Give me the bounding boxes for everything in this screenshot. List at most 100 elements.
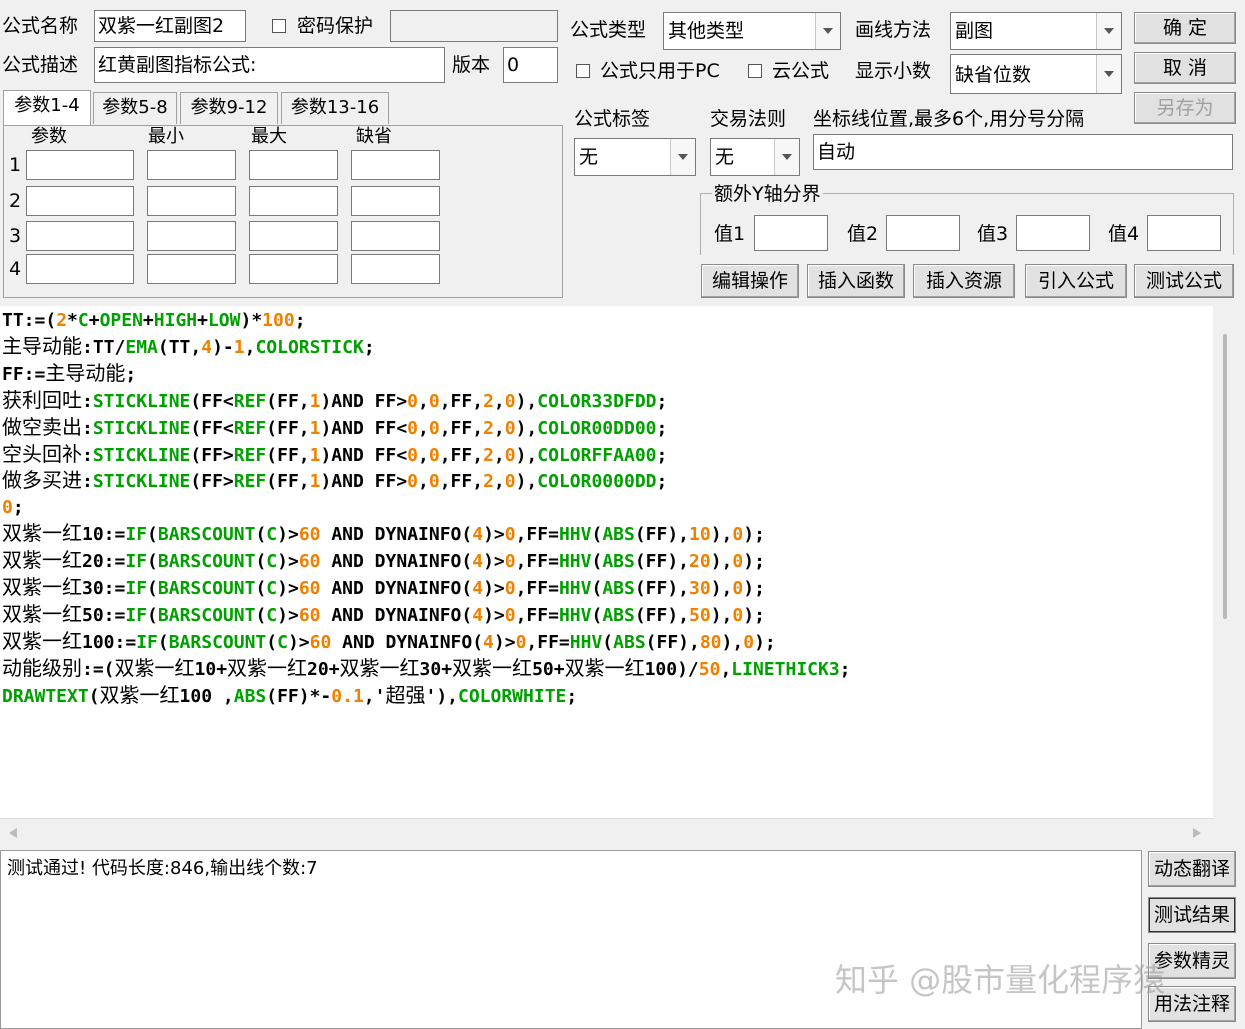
param-name-field[interactable]: [26, 186, 134, 216]
extra-y-axis-label: 额外Y轴分界: [712, 182, 823, 206]
insert-function-button[interactable]: 插入函数: [807, 264, 905, 298]
dynamic-translate-button[interactable]: 动态翻译: [1148, 851, 1236, 887]
params-panel: 参数 最小 最大 缺省 1 2 3 4: [3, 125, 563, 298]
formula-type-select[interactable]: 其他类型: [663, 12, 841, 50]
code-line[interactable]: 空头回补:STICKLINE(FF>REF(FF,1)AND FF<0,0,FF…: [2, 442, 851, 469]
value1-label: 值1: [714, 223, 746, 245]
param-col-header: 参数: [31, 126, 67, 147]
param-min-field[interactable]: [147, 221, 236, 251]
test-result-button[interactable]: 测试结果: [1148, 897, 1236, 933]
formula-type-value: 其他类型: [668, 20, 745, 42]
formula-desc-input[interactable]: 红黄副图指标公式:: [94, 47, 445, 83]
chevron-down-icon: [1096, 13, 1121, 49]
param-name-field[interactable]: [26, 221, 134, 251]
code-line[interactable]: 0;: [2, 495, 851, 521]
cloud-checkbox[interactable]: [748, 64, 762, 78]
version-input[interactable]: 0: [503, 47, 558, 83]
trade-rule-value: 无: [715, 146, 735, 168]
code-line[interactable]: 主导动能:TT/EMA(TT,4)-1,COLORSTICK;: [2, 334, 851, 361]
param-name-field[interactable]: [26, 150, 134, 180]
param-row-num: 4: [9, 258, 22, 280]
value3-input[interactable]: [1016, 215, 1090, 251]
value1-input[interactable]: [754, 215, 828, 251]
code-line[interactable]: 双紫一红50:=IF(BARSCOUNT(C)>60 AND DYNAINFO(…: [2, 602, 851, 629]
value4-label: 值4: [1108, 223, 1140, 245]
code-line[interactable]: 做多买进:STICKLINE(FF>REF(FF,1)AND FF>0,0,FF…: [2, 468, 851, 495]
default-col-header: 缺省: [356, 126, 392, 147]
param-max-field[interactable]: [249, 221, 338, 251]
code-line[interactable]: DRAWTEXT(双紫一红100 ,ABS(FF)*-0.1,'超强'),COL…: [2, 683, 851, 710]
code-line[interactable]: 获利回吐:STICKLINE(FF<REF(FF,1)AND FF>0,0,FF…: [2, 388, 851, 415]
param-max-field[interactable]: [249, 254, 338, 284]
password-checkbox[interactable]: [272, 19, 286, 33]
code-line[interactable]: TT:=(2*C+OPEN+HIGH+LOW)*100;: [2, 308, 851, 334]
code-line[interactable]: 做空卖出:STICKLINE(FF<REF(FF,1)AND FF<0,0,FF…: [2, 415, 851, 442]
vertical-scrollbar[interactable]: [1213, 306, 1245, 818]
scroll-thumb[interactable]: [1223, 334, 1227, 619]
import-formula-button[interactable]: 引入公式: [1025, 264, 1127, 298]
max-col-header: 最大: [251, 126, 287, 147]
tab-params-9-12[interactable]: 参数9-12: [180, 92, 278, 124]
value4-input[interactable]: [1147, 215, 1221, 251]
tab-params-13-16[interactable]: 参数13-16: [281, 92, 389, 124]
param-default-field[interactable]: [351, 254, 440, 284]
pc-only-checkbox[interactable]: [576, 64, 590, 78]
password-input[interactable]: [390, 10, 558, 42]
value2-label: 值2: [847, 223, 879, 245]
scroll-left-icon[interactable]: [8, 827, 18, 839]
code-line[interactable]: 双紫一红100:=IF(BARSCOUNT(C)>60 AND DYNAINFO…: [2, 629, 851, 656]
test-formula-button[interactable]: 测试公式: [1134, 264, 1234, 298]
version-label: 版本: [452, 54, 491, 76]
ok-button[interactable]: 确 定: [1134, 12, 1236, 44]
draw-method-value: 副图: [955, 20, 994, 42]
code-line[interactable]: FF:=主导动能;: [2, 361, 851, 388]
decimals-select[interactable]: 缺省位数: [950, 54, 1122, 94]
param-default-field[interactable]: [351, 150, 440, 180]
axis-position-input[interactable]: 自动: [813, 134, 1233, 170]
code-text[interactable]: TT:=(2*C+OPEN+HIGH+LOW)*100; 主导动能:TT/EMA(…: [2, 308, 851, 710]
cancel-button[interactable]: 取 消: [1134, 52, 1236, 84]
param-min-field[interactable]: [147, 150, 236, 180]
min-col-header: 最小: [148, 126, 184, 147]
code-line[interactable]: 动能级别:=(双紫一红10+双紫一红20+双紫一红30+双紫一红50+双紫一红1…: [2, 656, 851, 683]
param-row-num: 1: [9, 154, 22, 176]
param-row-num: 2: [9, 190, 22, 212]
scroll-right-icon[interactable]: [1192, 827, 1202, 839]
decimals-value: 缺省位数: [955, 64, 1032, 86]
draw-method-select[interactable]: 副图: [950, 12, 1122, 50]
trade-rule-label: 交易法则: [710, 108, 787, 130]
edit-operation-button[interactable]: 编辑操作: [701, 264, 799, 298]
value3-label: 值3: [977, 223, 1009, 245]
watermark: 知乎 @股市量化程序猿: [835, 961, 1166, 999]
code-line[interactable]: 双紫一红30:=IF(BARSCOUNT(C)>60 AND DYNAINFO(…: [2, 575, 851, 602]
param-default-field[interactable]: [351, 186, 440, 216]
chevron-down-icon: [670, 139, 695, 175]
draw-method-label: 画线方法: [855, 19, 932, 41]
formula-tag-value: 无: [579, 146, 599, 168]
chevron-down-icon: [774, 139, 799, 175]
param-default-field[interactable]: [351, 221, 440, 251]
save-as-button[interactable]: 另存为: [1134, 92, 1236, 124]
tab-params-5-8[interactable]: 参数5-8: [93, 92, 177, 124]
formula-name-input[interactable]: 双紫一红副图2: [94, 10, 246, 42]
param-max-field[interactable]: [249, 150, 338, 180]
formula-desc-label: 公式描述: [2, 54, 79, 76]
value2-input[interactable]: [886, 215, 960, 251]
test-result-text: 测试通过! 代码长度:846,输出线个数:7: [7, 858, 318, 879]
code-line[interactable]: 双紫一红10:=IF(BARSCOUNT(C)>60 AND DYNAINFO(…: [2, 521, 851, 548]
param-min-field[interactable]: [147, 254, 236, 284]
horizontal-scrollbar[interactable]: [0, 818, 1213, 847]
param-min-field[interactable]: [147, 186, 236, 216]
code-line[interactable]: 双紫一红20:=IF(BARSCOUNT(C)>60 AND DYNAINFO(…: [2, 548, 851, 575]
decimals-label: 显示小数: [855, 60, 932, 82]
axis-position-label: 坐标线位置,最多6个,用分号分隔: [813, 108, 1085, 130]
code-editor[interactable]: TT:=(2*C+OPEN+HIGH+LOW)*100; 主导动能:TT/EMA(…: [0, 306, 1213, 818]
param-max-field[interactable]: [249, 186, 338, 216]
formula-tag-select[interactable]: 无: [574, 138, 696, 176]
output-panel: 测试通过! 代码长度:846,输出线个数:7: [0, 850, 1142, 1029]
trade-rule-select[interactable]: 无: [710, 138, 800, 176]
tab-params-1-4[interactable]: 参数1-4: [3, 90, 91, 126]
cloud-label: 云公式: [772, 60, 830, 82]
insert-resource-button[interactable]: 插入资源: [913, 264, 1015, 298]
param-name-field[interactable]: [26, 254, 134, 284]
